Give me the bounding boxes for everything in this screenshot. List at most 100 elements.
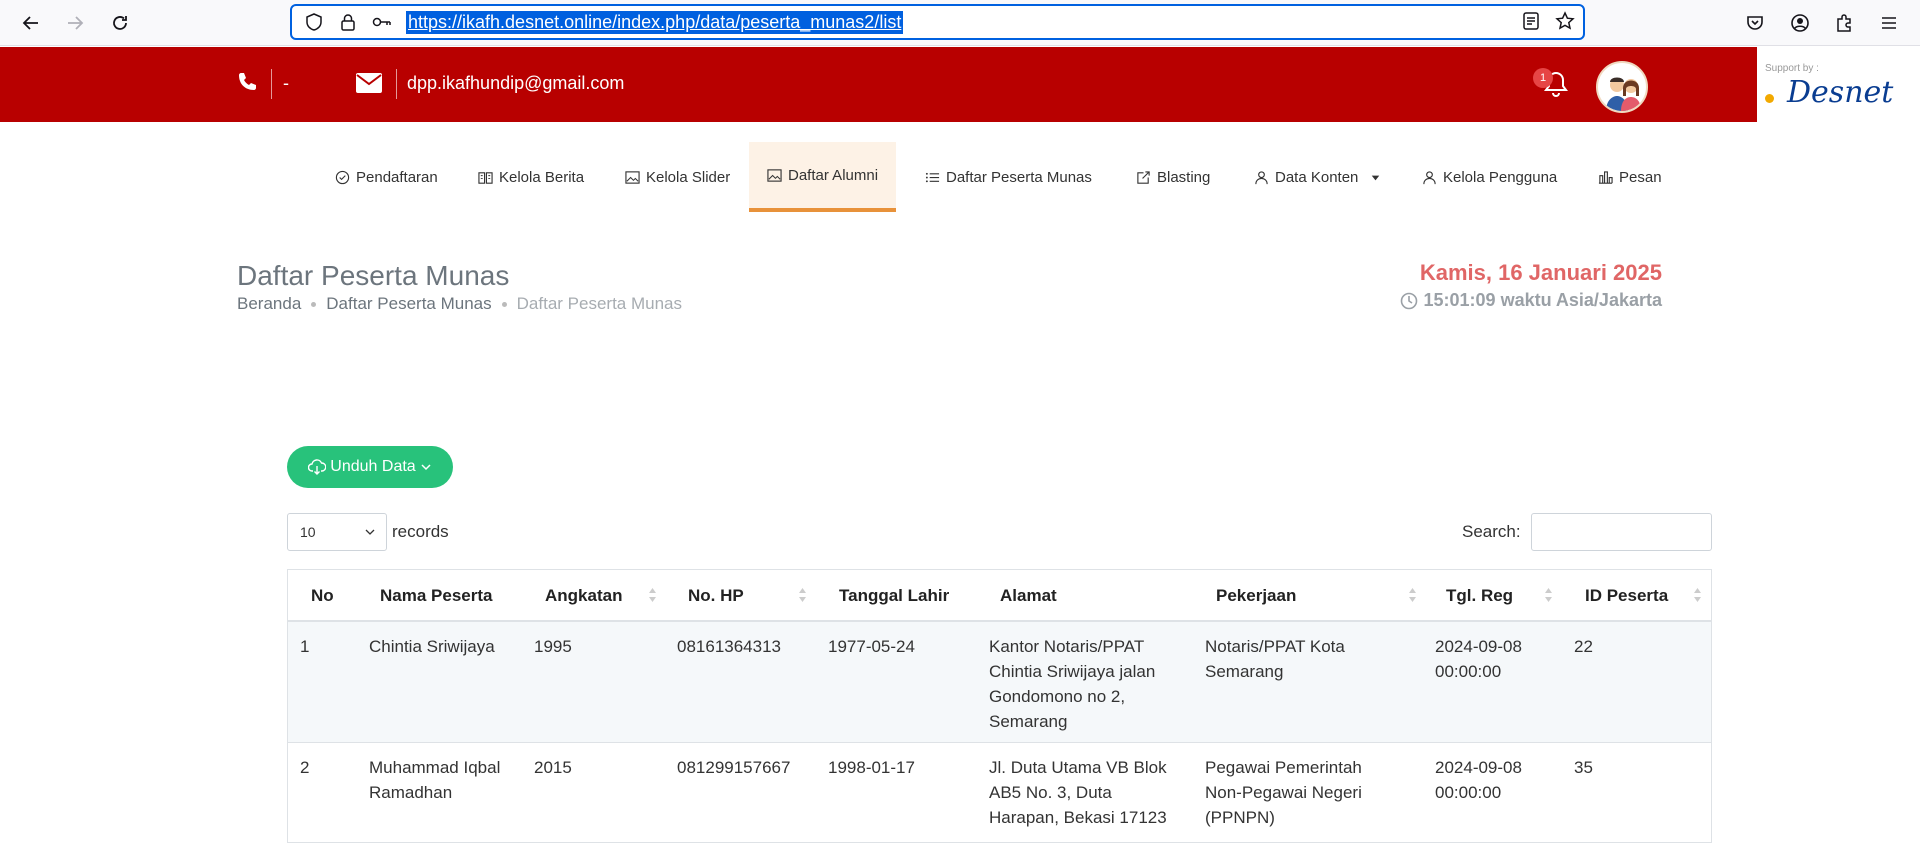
search-label: Search: (1462, 522, 1521, 541)
breadcrumb: Beranda Daftar Peserta Munas Daftar Pese… (237, 294, 682, 314)
search-input[interactable] (1531, 513, 1712, 551)
menu-daftar-peserta-munas[interactable]: Daftar Peserta Munas (925, 142, 1092, 212)
account-button[interactable] (1785, 8, 1815, 38)
current-time: 15:01:09 waktu Asia/Jakarta (1400, 290, 1662, 311)
forward-button[interactable] (60, 8, 90, 38)
url-text[interactable]: https://ikafh.desnet.online/index.php/da… (406, 10, 904, 34)
cell-line: Semarang (989, 712, 1068, 731)
account-icon (1791, 14, 1809, 32)
menu-label: Daftar Alumni (788, 166, 879, 184)
cell-angkatan: 1995 (534, 637, 572, 656)
table-row[interactable]: 1 Chintia Sriwijaya 1995 08161364313 197… (288, 622, 1711, 743)
site-topbar: - dpp.ikafhundip@gmail.com (0, 47, 1757, 122)
menu-kelola-berita[interactable]: Kelola Berita (478, 142, 584, 212)
arrow-right-icon (68, 16, 84, 30)
cell-lahir: 1998-01-17 (828, 758, 915, 777)
col-tgl-reg[interactable]: Tgl. Reg (1446, 586, 1513, 606)
menu-label: Daftar Peserta Munas (946, 168, 1092, 186)
list-icon (925, 172, 940, 182)
menu-pendaftaran[interactable]: Pendaftaran (335, 142, 438, 212)
col-alamat[interactable]: Alamat (1000, 586, 1057, 606)
main-menu: Pendaftaran Kelola Berita Kelola Slider … (0, 142, 1900, 212)
extensions-button[interactable] (1829, 8, 1859, 38)
cell-pekerjaan: Notaris/PPAT Kota Semarang (1205, 634, 1345, 684)
phone-number: - (283, 73, 289, 93)
cell-line: Muhammad Iqbal (369, 758, 501, 777)
pocket-button[interactable] (1740, 8, 1770, 38)
page-length-select[interactable]: 10 (287, 513, 387, 551)
chevron-down-icon (365, 529, 375, 535)
sort-icon[interactable] (1544, 587, 1553, 603)
col-lahir[interactable]: Tanggal Lahir (839, 586, 949, 606)
url-bar[interactable]: https://ikafh.desnet.online/index.php/da… (290, 4, 1585, 40)
menu-kelola-pengguna[interactable]: Kelola Pengguna (1422, 142, 1557, 212)
cell-hp: 081299157667 (677, 758, 791, 777)
page-length-value: 10 (300, 524, 316, 540)
time-text: 15:01:09 waktu Asia/Jakarta (1423, 290, 1662, 310)
menu-label: Pesan (1619, 168, 1662, 186)
cell-line: AB5 No. 3, Duta (989, 783, 1112, 802)
menu-blasting[interactable]: Blasting (1136, 142, 1210, 212)
users-icon (1255, 170, 1268, 184)
cell-id: 35 (1574, 758, 1593, 777)
book-icon (478, 171, 493, 184)
check-circle-icon (335, 170, 350, 184)
bookmark-star-icon[interactable] (1555, 11, 1575, 36)
cell-line: Jl. Duta Utama VB Blok (989, 758, 1167, 777)
cell-no: 1 (300, 637, 310, 656)
col-angkatan[interactable]: Angkatan (545, 586, 622, 606)
cell-tgl-reg: 2024-09-08 00:00:00 (1435, 755, 1522, 805)
image-icon (767, 168, 782, 182)
clock-icon (1400, 292, 1417, 309)
cell-hp: 08161364313 (677, 637, 782, 656)
mail-icon (356, 73, 382, 98)
sort-icon[interactable] (1693, 587, 1702, 603)
reload-button[interactable] (105, 8, 135, 38)
sort-icon[interactable] (798, 587, 807, 603)
cell-lahir: 1977-05-24 (828, 637, 915, 656)
reader-view-icon[interactable] (1521, 11, 1541, 36)
desnet-logo: Desnet (1787, 75, 1894, 110)
col-id[interactable]: ID Peserta (1585, 586, 1668, 606)
back-button[interactable] (16, 8, 46, 38)
records-label: records (392, 522, 449, 541)
sort-icon[interactable] (648, 587, 657, 603)
download-data-button[interactable]: Unduh Data (287, 446, 453, 488)
cloud-download-icon (308, 459, 327, 475)
sponsor-dot (1765, 94, 1774, 103)
cell-no: 2 (300, 758, 310, 777)
user-icon (1423, 170, 1436, 184)
hamburger-icon (1882, 17, 1896, 29)
col-pekerjaan[interactable]: Pekerjaan (1216, 586, 1296, 606)
cell-line: Ramadhan (369, 783, 453, 802)
cell-tgl-reg: 2024-09-08 00:00:00 (1435, 634, 1522, 684)
table-row[interactable]: 2 Muhammad Iqbal Ramadhan 2015 081299157… (288, 743, 1711, 843)
sponsor-label: Support by : (1765, 63, 1819, 74)
caret-down-icon (1372, 175, 1380, 180)
menu-daftar-alumni[interactable]: Daftar Alumni (749, 142, 897, 212)
menu-data-konten[interactable]: Data Konten (1254, 142, 1383, 212)
menu-label: Blasting (1157, 168, 1211, 186)
sort-icon[interactable] (1408, 587, 1417, 603)
menu-pesan[interactable]: Pesan (1598, 142, 1662, 212)
app-menu-button[interactable] (1874, 8, 1904, 38)
download-label: Unduh Data (330, 458, 416, 475)
col-hp[interactable]: No. HP (688, 586, 744, 606)
menu-label: Kelola Slider (646, 168, 731, 186)
col-no[interactable]: No (311, 586, 334, 606)
chevron-down-icon (421, 464, 431, 471)
col-nama[interactable]: Nama Peserta (380, 586, 492, 606)
breadcrumb-section[interactable]: Daftar Peserta Munas (326, 294, 491, 314)
breadcrumb-home[interactable]: Beranda (237, 294, 301, 314)
cell-line: 00:00:00 (1435, 662, 1502, 681)
cell-id: 22 (1574, 637, 1593, 656)
avatar[interactable] (1596, 61, 1648, 113)
breadcrumb-current: Daftar Peserta Munas (516, 294, 682, 313)
cell-line: Non-Pegawai Negeri (1205, 783, 1362, 802)
email-address[interactable]: dpp.ikafhundip@gmail.com (407, 73, 624, 94)
cell-line: Gondomono no 2, (989, 687, 1126, 706)
share-icon (1137, 170, 1150, 184)
menu-kelola-slider[interactable]: Kelola Slider (625, 142, 730, 212)
arrow-left-icon (22, 16, 38, 30)
current-date: Kamis, 16 Januari 2025 (1419, 260, 1662, 285)
